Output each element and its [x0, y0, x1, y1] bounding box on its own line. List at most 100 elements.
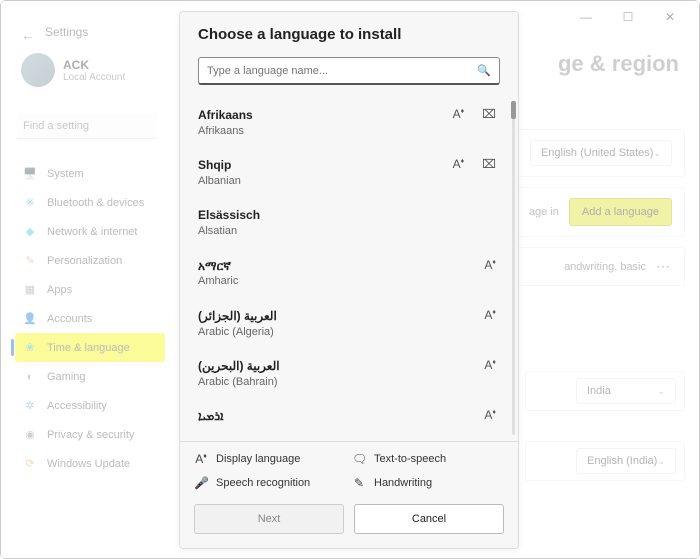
language-english-name: Amharic — [198, 274, 238, 289]
language-search-input[interactable] — [207, 65, 477, 77]
sidebar-item-windows-update[interactable]: ⟳Windows Update — [15, 449, 165, 478]
sidebar-item-personalization[interactable]: ✎ Personalization — [15, 246, 165, 275]
scrollbar-track[interactable] — [512, 101, 515, 435]
language-option[interactable]: አማርኛAmharic A♦ — [198, 250, 514, 300]
legend-handwriting: ✎Handwriting — [352, 476, 504, 490]
language-native-name: Afrikaans — [198, 107, 253, 124]
dialog-title: Choose a language to install — [180, 12, 518, 53]
language-english-name: Albanian — [198, 174, 241, 189]
maximize-button[interactable]: ☐ — [607, 3, 649, 31]
choose-language-dialog: Choose a language to install 🔍 Afrikaans… — [179, 11, 519, 549]
language-option[interactable]: ElsässischAlsatian — [198, 199, 514, 249]
language-feature-icons: A♦⌧ — [453, 157, 514, 171]
sidebar-item-gaming[interactable]: ◐ Gaming — [15, 362, 165, 391]
back-button[interactable]: ← — [21, 27, 35, 43]
display-language-value: English (United States) — [541, 147, 654, 159]
language-native-name: ܐܪܡܝܐ — [198, 408, 223, 425]
dialog-buttons: Next Cancel — [180, 498, 518, 548]
sidebar-icon: ⟳ — [23, 457, 37, 471]
regional-format-card[interactable]: English (India)⌄ — [525, 441, 685, 481]
handwriting-icon: ⌧ — [482, 107, 496, 121]
scrollbar-thumb[interactable] — [511, 101, 516, 119]
sidebar-item-label: Gaming — [47, 371, 86, 383]
sidebar-item-label: Privacy & security — [47, 429, 134, 441]
language-option[interactable]: العربية (الجزائر)Arabic (Algeria)A♦ — [198, 300, 514, 350]
legend-text-to-speech: 🗨Text-to-speech — [352, 452, 504, 466]
regional-format-value: English (India) — [587, 455, 657, 467]
sidebar-item-label: Personalization — [47, 255, 122, 267]
sidebar-item-privacy-security[interactable]: ◉ Privacy & security — [15, 420, 165, 449]
language-search-box[interactable]: 🔍 — [198, 57, 500, 85]
language-english-name: Arabic (Algeria) — [198, 325, 277, 340]
language-option[interactable]: ShqipAlbanian A♦⌧ — [198, 149, 514, 199]
display-language-icon: A♦ — [484, 358, 496, 372]
display-language-icon: A♦ — [194, 452, 208, 466]
next-button[interactable]: Next — [194, 504, 344, 534]
sidebar-item-label: Accounts — [47, 313, 92, 325]
language-english-name: Afrikaans — [198, 124, 253, 139]
sidebar-item-apps[interactable]: ▦ Apps — [15, 275, 165, 304]
sidebar-item-label: Apps — [47, 284, 72, 296]
user-account: Local Account — [63, 72, 125, 83]
search-icon: 🔍 — [477, 64, 491, 77]
sidebar-icon: ◐ — [23, 370, 37, 384]
language-native-name: Elsässisch — [198, 207, 260, 224]
user-name: ACK — [63, 58, 125, 72]
language-option[interactable]: ܐܪܡܝܐ A♦ — [198, 400, 514, 435]
handwriting-icon: ✎ — [352, 476, 366, 490]
legend-display-language: A♦Display language — [194, 452, 346, 466]
sidebar-item-accessibility[interactable]: ✲ Accessibility — [15, 391, 165, 420]
display-language-icon: A♦ — [484, 408, 496, 422]
avatar — [21, 53, 55, 87]
sidebar-icon: ◉ — [23, 428, 37, 442]
sidebar-item-accounts[interactable]: 👤 Accounts — [15, 304, 165, 333]
language-native-name: አማርኛ — [198, 258, 238, 275]
tts-icon: 🗨 — [352, 452, 366, 466]
sidebar-icon: ※ — [23, 196, 37, 210]
sidebar-icon: ◆ — [23, 225, 37, 239]
display-language-icon: A♦ — [453, 157, 465, 171]
sidebar-item-network-internet[interactable]: ◆ Network & internet — [15, 217, 165, 246]
chevron-down-icon: ⌄ — [657, 456, 665, 467]
sidebar-icon: ✲ — [23, 399, 37, 413]
close-button[interactable]: ✕ — [649, 3, 691, 31]
country-card[interactable]: India⌄ — [525, 371, 685, 411]
mic-icon: 🎤 — [194, 476, 208, 490]
language-option[interactable]: العربية (البحرين)Arabic (Bahrain) A♦ — [198, 350, 514, 400]
language-feature-icons: A♦ — [484, 358, 514, 372]
settings-search-input[interactable] — [17, 113, 157, 139]
language-feature-icons: A♦ ⌧ — [453, 107, 514, 121]
sidebar-item-time-language[interactable]: ❀Time & language — [15, 333, 165, 362]
minimize-button[interactable]: ― — [565, 3, 607, 31]
language-option[interactable]: AfrikaansAfrikaans A♦ ⌧ — [198, 99, 514, 149]
user-block[interactable]: ACK Local Account — [21, 53, 125, 87]
sidebar-item-label: Network & internet — [47, 226, 137, 238]
display-language-icon: A♦ — [453, 107, 465, 121]
language-native-name: Shqip — [198, 157, 241, 174]
language-native-name: العربية (الجزائر) — [198, 308, 277, 325]
sidebar-item-bluetooth-devices[interactable]: ※ Bluetooth & devices — [15, 188, 165, 217]
display-language-dropdown[interactable]: English (United States)⌄ — [530, 140, 672, 166]
add-language-button[interactable]: Add a language — [569, 198, 672, 226]
language-native-name: العربية (البحرين) — [198, 358, 280, 375]
sidebar-icon: ▦ — [23, 283, 37, 297]
language-pack-subtext: andwriting, basic — [564, 261, 646, 273]
more-options-button[interactable]: ⋯ — [656, 258, 672, 275]
add-caption: age in — [529, 206, 559, 218]
sidebar-item-system[interactable]: 🖥️System — [15, 159, 165, 188]
sidebar: 🖥️System ※ Bluetooth & devices ◆ Network & i… — [15, 159, 165, 478]
regional-format-dropdown[interactable]: English (India)⌄ — [576, 448, 676, 474]
cancel-button[interactable]: Cancel — [354, 504, 504, 534]
sidebar-item-label: Bluetooth & devices — [47, 197, 144, 209]
sidebar-icon: ❀ — [23, 341, 37, 355]
language-list[interactable]: AfrikaansAfrikaansA♦⌧ShqipAlbanianA♦⌧Els… — [180, 95, 518, 441]
sidebar-icon: ✎ — [23, 254, 37, 268]
country-dropdown[interactable]: India⌄ — [576, 378, 676, 404]
chevron-down-icon: ⌄ — [653, 148, 661, 159]
language-english-name: Arabic (Bahrain) — [198, 375, 280, 390]
sidebar-item-label: Accessibility — [47, 400, 107, 412]
language-feature-icons: A♦ — [484, 258, 514, 272]
sidebar-icon: 👤 — [23, 312, 37, 326]
language-english-name: Alsatian — [198, 224, 260, 239]
settings-label: Settings — [45, 25, 88, 39]
